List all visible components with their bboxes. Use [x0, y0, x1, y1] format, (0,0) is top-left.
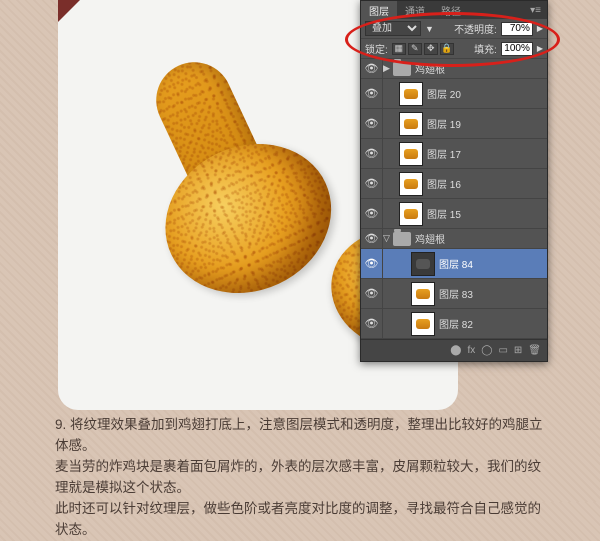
caption-line-3: 此时还可以针对纹理层，做些色阶或者亮度对比度的调整，寻找最符合自己感觉的状态。	[55, 501, 541, 537]
layer-thumbnail	[399, 202, 423, 226]
layer-name: 图层 19	[427, 116, 461, 131]
visibility-toggle[interactable]: 👁	[361, 79, 383, 108]
lock-position-icon[interactable]: ✥	[424, 43, 438, 55]
visibility-toggle[interactable]: 👁	[361, 279, 383, 308]
visibility-toggle[interactable]: 👁	[361, 309, 383, 338]
delete-layer-icon[interactable]: 🗑	[528, 345, 541, 356]
tab-channels[interactable]: 通道	[397, 1, 433, 20]
visibility-toggle[interactable]: 👁	[361, 199, 383, 228]
expand-icon[interactable]: ▶	[383, 63, 393, 74]
panel-menu-icon[interactable]: ▾≡	[524, 5, 547, 16]
layer-item[interactable]: 👁 图层 20	[361, 79, 547, 109]
chicken-drumstick-left	[100, 30, 356, 319]
layer-item[interactable]: 👁 图层 17	[361, 139, 547, 169]
layer-thumbnail	[399, 172, 423, 196]
blend-opacity-row: 叠加 ▼ 不透明度: ▶	[361, 19, 547, 39]
layer-item[interactable]: 👁 图层 19	[361, 109, 547, 139]
layer-group[interactable]: 👁 ▶ 鸡翅根	[361, 59, 547, 79]
fill-input[interactable]	[501, 42, 533, 56]
layers-panel: 图层 通道 路径 ▾≡ 叠加 ▼ 不透明度: ▶ 锁定: ▦ ✎ ✥ 🔒 填充:…	[360, 0, 548, 362]
layer-thumbnail	[411, 252, 435, 276]
tutorial-caption: 9. 将纹理效果叠加到鸡翅打底上，注意图层模式和透明度，整理出比较好的鸡腿立体感…	[55, 415, 550, 541]
panel-footer: ⬤ fx ◯ ▭ ⊞ 🗑	[361, 339, 547, 361]
lock-label: 锁定:	[365, 41, 388, 56]
folder-icon	[393, 62, 411, 76]
layer-name: 图层 84	[439, 256, 473, 271]
new-group-icon[interactable]: ▭	[498, 345, 507, 356]
layer-item[interactable]: 👁 图层 83	[361, 279, 547, 309]
link-layers-icon[interactable]: ⬤	[450, 345, 461, 356]
expand-icon[interactable]: ▽	[383, 233, 393, 244]
panel-tabs: 图层 通道 路径 ▾≡	[361, 1, 547, 19]
lock-fill-row: 锁定: ▦ ✎ ✥ 🔒 填充: ▶	[361, 39, 547, 59]
layer-name: 图层 17	[427, 146, 461, 161]
layers-list: 👁 ▶ 鸡翅根 👁 图层 20 👁 图层 19 👁 图层 17 👁	[361, 59, 547, 339]
blend-mode-select[interactable]: 叠加	[365, 21, 421, 36]
group-name: 鸡翅根	[415, 61, 445, 76]
layer-name: 图层 16	[427, 176, 461, 191]
layer-group[interactable]: 👁 ▽ 鸡翅根	[361, 229, 547, 249]
opacity-input[interactable]	[501, 22, 533, 36]
visibility-toggle[interactable]: 👁	[361, 59, 383, 78]
mask-icon[interactable]: ◯	[481, 345, 492, 356]
new-layer-icon[interactable]: ⊞	[514, 345, 522, 356]
lock-transparency-icon[interactable]: ▦	[392, 43, 406, 55]
fill-label: 填充:	[474, 41, 497, 56]
layer-item[interactable]: 👁 图层 84	[361, 249, 547, 279]
tab-layers[interactable]: 图层	[361, 1, 397, 20]
layer-item[interactable]: 👁 图层 15	[361, 199, 547, 229]
visibility-toggle[interactable]: 👁	[361, 229, 383, 248]
caption-line-2: 麦当劳的炸鸡块是裹着面包屑炸的，外表的层次感丰富，皮屑颗粒较大，我们的纹理就是模…	[55, 459, 541, 495]
layer-name: 图层 20	[427, 86, 461, 101]
visibility-toggle[interactable]: 👁	[361, 249, 383, 278]
layer-name: 图层 82	[439, 316, 473, 331]
layer-name: 图层 15	[427, 206, 461, 221]
layer-thumbnail	[411, 312, 435, 336]
layer-thumbnail	[399, 112, 423, 136]
layer-item[interactable]: 👁 图层 16	[361, 169, 547, 199]
visibility-toggle[interactable]: 👁	[361, 169, 383, 198]
visibility-toggle[interactable]: 👁	[361, 139, 383, 168]
lock-all-icon[interactable]: 🔒	[440, 43, 454, 55]
layer-thumbnail	[399, 82, 423, 106]
opacity-label: 不透明度:	[454, 21, 497, 36]
layer-thumbnail	[399, 142, 423, 166]
group-name: 鸡翅根	[415, 231, 445, 246]
layer-thumbnail	[411, 282, 435, 306]
fx-icon[interactable]: fx	[467, 345, 475, 356]
caption-line-1: 将纹理效果叠加到鸡翅打底上，注意图层模式和透明度，整理出比较好的鸡腿立体感。	[55, 417, 543, 453]
layer-name: 图层 83	[439, 286, 473, 301]
tab-paths[interactable]: 路径	[433, 1, 469, 20]
lock-paint-icon[interactable]: ✎	[408, 43, 422, 55]
step-number: 9.	[55, 417, 66, 432]
corner-decoration	[58, 0, 80, 22]
folder-icon	[393, 232, 411, 246]
visibility-toggle[interactable]: 👁	[361, 109, 383, 138]
layer-item[interactable]: 👁 图层 82	[361, 309, 547, 339]
